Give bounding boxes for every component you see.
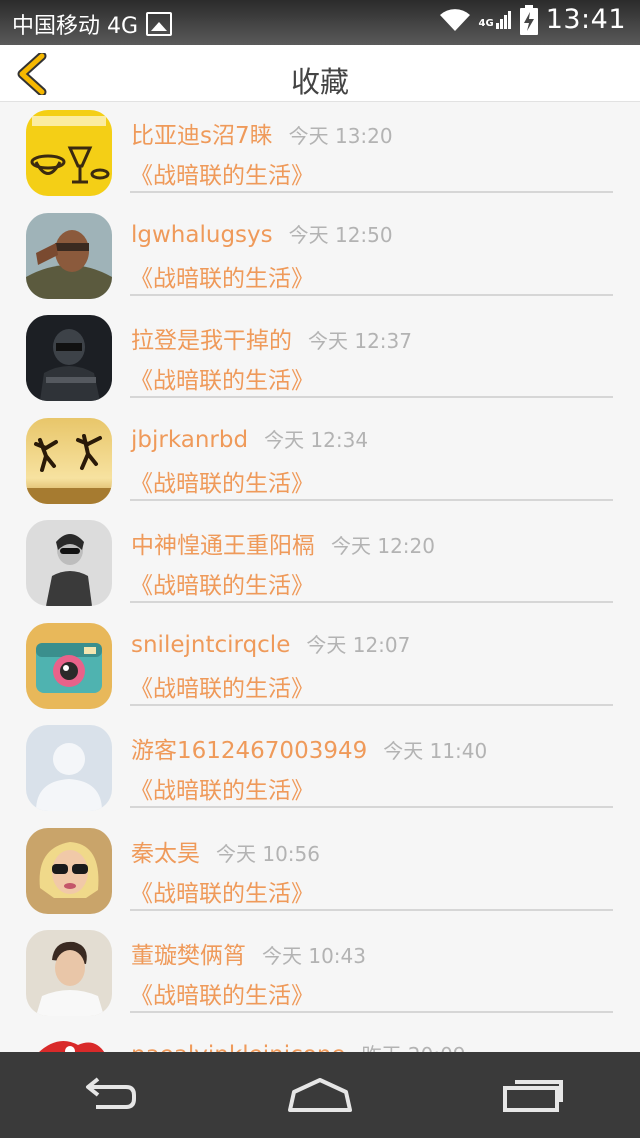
nav-back-button[interactable]	[67, 1070, 147, 1120]
work-title[interactable]: 《战暗联的生活》	[130, 874, 314, 908]
avatar[interactable]	[26, 725, 112, 811]
list-item[interactable]: naealvinkleinicone昨天 20:09	[0, 1026, 640, 1053]
list-item[interactable]: snilejntcirqcle 今天 12:07 《战暗联的生活》	[0, 616, 640, 719]
back-arrow-icon	[85, 1077, 136, 1109]
timestamp: 今天 12:37	[308, 329, 412, 353]
divider	[130, 806, 613, 808]
avatar[interactable]	[26, 827, 112, 914]
divider	[130, 293, 613, 296]
list-item[interactable]: 拉登是我干掉的 今天 12:37 《战暗联的生活》	[0, 308, 640, 411]
user-name[interactable]: 中神惶通王重阳槅	[131, 533, 315, 559]
avatar[interactable]	[26, 417, 112, 504]
list-item[interactable]: 比亚迪s沼7睐 今天 13:20 《战暗联的生活》	[0, 103, 640, 206]
work-title[interactable]: 《战暗联的生活》	[130, 156, 314, 190]
list-item[interactable]: jbjrkanrbd 今天 12:34 《战暗联的生活》	[0, 411, 640, 514]
list-item[interactable]: 董璇樊俩筲 今天 10:43 《战暗联的生活》	[0, 923, 640, 1026]
work-title[interactable]: 《战暗联的生活》	[130, 669, 314, 703]
avatar[interactable]	[26, 520, 112, 606]
divider	[130, 601, 613, 603]
user-name[interactable]: 游客1612467003949	[131, 738, 367, 764]
user-name[interactable]: 拉登是我干掉的	[131, 328, 292, 354]
user-name[interactable]: 董璇樊俩筲	[131, 943, 246, 969]
divider	[130, 1011, 613, 1013]
nav-recents-button[interactable]	[493, 1070, 573, 1120]
avatar[interactable]	[26, 212, 112, 299]
network-type-icon: 4G	[479, 10, 512, 29]
favorites-list[interactable]: 比亚迪s沼7睐 今天 13:20 《战暗联的生活》 lgwhalugsys 今天 1…	[0, 103, 640, 1053]
home-icon	[287, 1078, 352, 1112]
status-bar: 中国移动 4G 4G 13:41	[0, 0, 640, 45]
work-title[interactable]: 《战暗联的生活》	[130, 361, 314, 395]
navigation-bar	[0, 1052, 640, 1138]
work-title[interactable]: 《战暗联的生活》	[130, 771, 314, 805]
timestamp: 今天 13:20	[288, 124, 393, 148]
divider	[130, 703, 613, 706]
timestamp: 今天 12:20	[331, 534, 435, 558]
avatar[interactable]	[26, 315, 112, 401]
timestamp: 今天 10:56	[216, 841, 320, 866]
user-name[interactable]: 比亚迪s沼7睐	[131, 123, 273, 149]
carrier-label: 中国移动 4G	[12, 14, 139, 39]
avatar[interactable]	[26, 1032, 112, 1053]
divider	[130, 191, 613, 193]
divider	[130, 908, 613, 911]
list-item[interactable]: 中神惶通王重阳槅 今天 12:20 《战暗联的生活》	[0, 513, 640, 616]
list-item[interactable]: 游客1612467003949 今天 11:40 《战暗联的生活》	[0, 718, 640, 821]
user-name[interactable]: lgwhalugsys	[131, 222, 273, 248]
timestamp: 今天 12:34	[264, 427, 369, 452]
user-name[interactable]: 秦太昊	[131, 841, 200, 867]
work-title[interactable]: 《战暗联的生活》	[130, 566, 314, 600]
recent-apps-icon	[503, 1080, 564, 1112]
battery-charging-icon	[519, 4, 538, 35]
avatar[interactable]	[26, 110, 112, 196]
timestamp: 今天 11:40	[383, 739, 488, 763]
avatar[interactable]	[26, 622, 112, 709]
list-item[interactable]: 秦太昊 今天 10:56 《战暗联的生活》	[0, 821, 640, 924]
wifi-icon	[439, 8, 470, 31]
divider	[130, 498, 613, 501]
page-title: 收藏	[290, 65, 349, 99]
work-title[interactable]: 《战暗联的生活》	[130, 464, 314, 498]
avatar[interactable]	[26, 930, 112, 1016]
timestamp: 今天 12:50	[288, 222, 393, 247]
work-title[interactable]: 《战暗联的生活》	[130, 976, 314, 1010]
app-header: 收藏	[0, 45, 640, 102]
list-item[interactable]: lgwhalugsys 今天 12:50 《战暗联的生活》	[0, 206, 640, 309]
user-name[interactable]: snilejntcirqcle	[131, 632, 290, 658]
timestamp: 今天 10:43	[262, 944, 366, 968]
nav-home-button[interactable]	[280, 1070, 360, 1120]
image-notification-icon	[146, 12, 173, 36]
timestamp: 今天 12:07	[306, 632, 411, 657]
divider	[130, 396, 613, 398]
clock: 13:41	[545, 4, 626, 35]
work-title[interactable]: 《战暗联的生活》	[130, 259, 314, 293]
user-name[interactable]: jbjrkanrbd	[131, 427, 248, 453]
